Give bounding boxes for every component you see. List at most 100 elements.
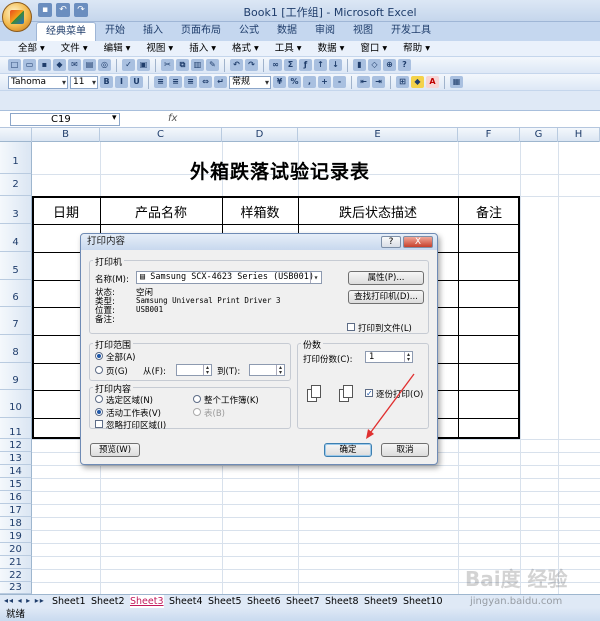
ignore-area-checkbox[interactable] <box>95 420 103 428</box>
column-header-e[interactable]: E <box>298 128 458 142</box>
copy-icon[interactable]: ⧉ <box>176 59 189 71</box>
undo-icon[interactable]: ↶ <box>230 59 243 71</box>
format-painter-icon[interactable]: ✎ <box>206 59 219 71</box>
zoom-icon[interactable]: ⊕ <box>383 59 396 71</box>
printer-name-select[interactable]: ▤ Samsung SCX-4623 Series (USB001) ▾ <box>136 271 322 284</box>
ok-button[interactable]: 确定 <box>324 443 372 457</box>
new-icon[interactable]: □ <box>8 59 21 71</box>
row-header-15[interactable]: 15 <box>0 478 32 491</box>
tab-page-layout[interactable]: 页面布局 <box>172 22 230 41</box>
row-header-23[interactable]: 23 <box>0 582 32 594</box>
find-printer-button[interactable]: 查找打印机(D)... <box>348 290 424 304</box>
row-header-20[interactable]: 20 <box>0 543 32 556</box>
row-header-11[interactable]: 11 <box>0 418 32 439</box>
row-header-10[interactable]: 10 <box>0 390 32 418</box>
row-header-16[interactable]: 16 <box>0 491 32 504</box>
tab-classic-menu[interactable]: 经典菜单 <box>36 22 96 41</box>
column-header-h[interactable]: H <box>558 128 600 142</box>
menu-help[interactable]: 帮助 ▾ <box>395 41 438 56</box>
drawing-icon[interactable]: ◇ <box>368 59 381 71</box>
paste-icon[interactable]: ▥ <box>191 59 204 71</box>
research-icon[interactable]: ▣ <box>137 59 150 71</box>
function-icon[interactable]: ƒ <box>299 59 312 71</box>
row-header-13[interactable]: 13 <box>0 452 32 465</box>
menu-insert[interactable]: 插入 ▾ <box>181 41 224 56</box>
printer-dropdown-icon[interactable]: ▾ <box>310 272 321 283</box>
cut-icon[interactable]: ✂ <box>161 59 174 71</box>
sheet-tab-7[interactable]: Sheet7 <box>286 595 320 608</box>
sheet-tab-3[interactable]: Sheet3 <box>130 595 164 608</box>
print-to-file-checkbox[interactable] <box>347 323 355 331</box>
sheet-tab-4[interactable]: Sheet4 <box>169 595 203 608</box>
row-header-3[interactable]: 3 <box>0 196 32 224</box>
row-header-17[interactable]: 17 <box>0 504 32 517</box>
menu-file[interactable]: 文件 ▾ <box>53 41 96 56</box>
sheet-tab-1[interactable]: Sheet1 <box>52 595 86 608</box>
fill-color-icon[interactable]: ◆ <box>411 76 424 88</box>
cancel-button[interactable]: 取消 <box>381 443 429 457</box>
row-header-9[interactable]: 9 <box>0 363 32 390</box>
copies-input[interactable]: 1 ▴ ▾ <box>365 351 413 363</box>
what-selection-radio[interactable] <box>95 395 103 403</box>
print-preview-icon[interactable]: ◎ <box>98 59 111 71</box>
menu-format[interactable]: 格式 ▾ <box>224 41 267 56</box>
sheet-tab-8[interactable]: Sheet8 <box>325 595 359 608</box>
select-all-corner[interactable] <box>0 128 32 142</box>
sheet-tab-6[interactable]: Sheet6 <box>247 595 281 608</box>
preview-button[interactable]: 预览(W) <box>90 443 140 457</box>
menu-edit[interactable]: 编辑 ▾ <box>96 41 139 56</box>
sheet-tab-5[interactable]: Sheet5 <box>208 595 242 608</box>
comma-icon[interactable]: , <box>303 76 316 88</box>
tab-view[interactable]: 视图 <box>344 22 382 41</box>
from-spinner-icon[interactable]: ▴ ▾ <box>203 365 211 376</box>
to-page-input[interactable]: ▴ ▾ <box>249 364 285 376</box>
row-header-12[interactable]: 12 <box>0 439 32 452</box>
row-header-5[interactable]: 5 <box>0 252 32 280</box>
row-header-21[interactable]: 21 <box>0 556 32 569</box>
help-icon[interactable]: ? <box>398 59 411 71</box>
menu-all[interactable]: 全部 ▾ <box>10 41 53 56</box>
column-header-b[interactable]: B <box>32 128 100 142</box>
column-header-d[interactable]: D <box>222 128 298 142</box>
align-center-icon[interactable]: ≡ <box>169 76 182 88</box>
bold-icon[interactable]: B <box>100 76 113 88</box>
font-name-select[interactable]: Tahoma <box>8 75 68 89</box>
number-format-select[interactable]: 常规 <box>229 75 271 89</box>
name-box[interactable]: C19 <box>10 113 120 126</box>
column-header-c[interactable]: C <box>100 128 222 142</box>
sheet-tab-2[interactable]: Sheet2 <box>91 595 125 608</box>
spelling-icon[interactable]: ✓ <box>122 59 135 71</box>
underline-icon[interactable]: U <box>130 76 143 88</box>
font-color-icon[interactable]: A <box>426 76 439 88</box>
menu-window[interactable]: 窗口 ▾ <box>352 41 395 56</box>
row-header-8[interactable]: 8 <box>0 335 32 363</box>
from-page-input[interactable]: ▴ ▾ <box>176 364 212 376</box>
to-spinner-icon[interactable]: ▴ ▾ <box>276 365 284 376</box>
sheet-tab-10[interactable]: Sheet10 <box>403 595 443 608</box>
percent-icon[interactable]: % <box>288 76 301 88</box>
what-table-radio[interactable] <box>193 408 201 416</box>
row-header-2[interactable]: 2 <box>0 174 32 196</box>
what-active-radio[interactable] <box>95 408 103 416</box>
range-all-radio[interactable] <box>95 352 103 360</box>
row-header-18[interactable]: 18 <box>0 517 32 530</box>
what-workbook-radio[interactable] <box>193 395 201 403</box>
row-header-6[interactable]: 6 <box>0 280 32 307</box>
font-size-select[interactable]: 11 <box>70 75 98 89</box>
row-header-4[interactable]: 4 <box>0 224 32 252</box>
wrap-text-icon[interactable]: ↵ <box>214 76 227 88</box>
sort-ascending-icon[interactable]: ↑ <box>314 59 327 71</box>
name-box-dropdown-icon[interactable]: ▾ <box>112 113 117 123</box>
row-header-22[interactable]: 22 <box>0 569 32 582</box>
merge-center-icon[interactable]: ⇔ <box>199 76 212 88</box>
range-pages-radio[interactable] <box>95 366 103 374</box>
currency-icon[interactable]: ¥ <box>273 76 286 88</box>
redo-icon[interactable]: ↷ <box>245 59 258 71</box>
permission-icon[interactable]: ◆ <box>53 59 66 71</box>
office-button[interactable] <box>2 2 32 32</box>
sheet-nav-buttons[interactable]: ◂◂ ◂ ▸ ▸▸ <box>4 596 45 605</box>
dialog-help-button[interactable]: ? <box>381 236 401 248</box>
decrease-decimal-icon[interactable]: - <box>333 76 346 88</box>
menu-data[interactable]: 数据 ▾ <box>310 41 353 56</box>
menu-tools[interactable]: 工具 ▾ <box>267 41 310 56</box>
